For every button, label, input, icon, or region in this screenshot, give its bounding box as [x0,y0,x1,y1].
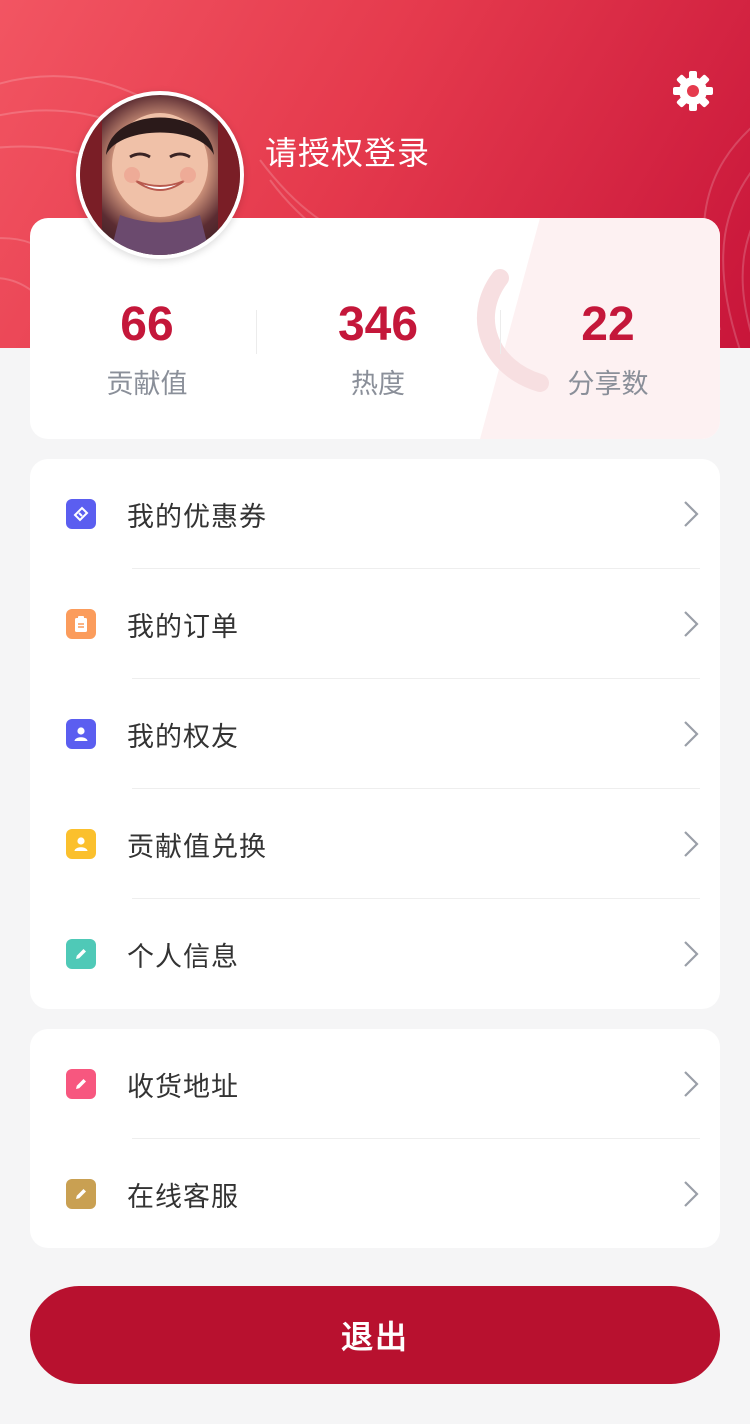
gear-icon [673,71,713,111]
menu-item-profile[interactable]: 个人信息 [30,899,720,1009]
avatar-image [80,95,240,255]
chevron-right-icon [684,1071,699,1097]
menu-item-label: 我的权友 [127,721,239,753]
logout-button[interactable]: 退出 [30,1286,720,1384]
stat-value: 346 [337,298,419,351]
stat-value: 66 [120,298,174,351]
chevron-right-icon [684,501,699,527]
stat-label: 分享数 [567,369,649,400]
pencil-icon [66,939,96,969]
chevron-right-icon [684,611,699,637]
pencil-icon [66,1069,96,1099]
stat-label: 热度 [351,369,405,400]
stat-label: 贡献值 [106,369,188,400]
menu-item-friends[interactable]: 我的权友 [30,679,720,789]
stat-shares[interactable]: 22 分享数 [493,296,720,401]
settings-button[interactable] [668,66,718,116]
menu-item-coupons[interactable]: 我的优惠券 [30,459,720,569]
stat-value: 22 [581,298,635,351]
clipboard-icon [66,609,96,639]
login-prompt[interactable]: 请授权登录 [265,128,430,174]
menu-item-label: 收货地址 [127,1071,239,1103]
menu-item-exchange[interactable]: 贡献值兑换 [30,789,720,899]
menu-item-address[interactable]: 收货地址 [30,1029,720,1139]
coupon-icon [66,499,96,529]
stat-popularity[interactable]: 346 热度 [263,296,493,401]
chevron-right-icon [684,1181,699,1207]
stat-divider [256,310,257,354]
menu-item-label: 在线客服 [127,1181,239,1213]
menu-item-support[interactable]: 在线客服 [30,1139,720,1249]
menu-item-label: 个人信息 [127,941,239,973]
menu-group-main: 我的优惠券 我的订单 我的权友 贡献值兑换 个人信息 [30,459,720,1009]
menu-item-label: 我的优惠券 [127,501,267,533]
stat-contribution[interactable]: 66 贡献值 [32,296,262,401]
pencil-icon [66,1179,96,1209]
chevron-right-icon [684,831,699,857]
menu-item-label: 我的订单 [127,611,239,643]
menu-item-label: 贡献值兑换 [127,831,267,863]
chevron-right-icon [684,941,699,967]
user-icon [66,719,96,749]
user-icon [66,829,96,859]
menu-item-orders[interactable]: 我的订单 [30,569,720,679]
avatar[interactable] [76,91,244,259]
chevron-right-icon [684,721,699,747]
menu-group-service: 收货地址 在线客服 [30,1029,720,1248]
